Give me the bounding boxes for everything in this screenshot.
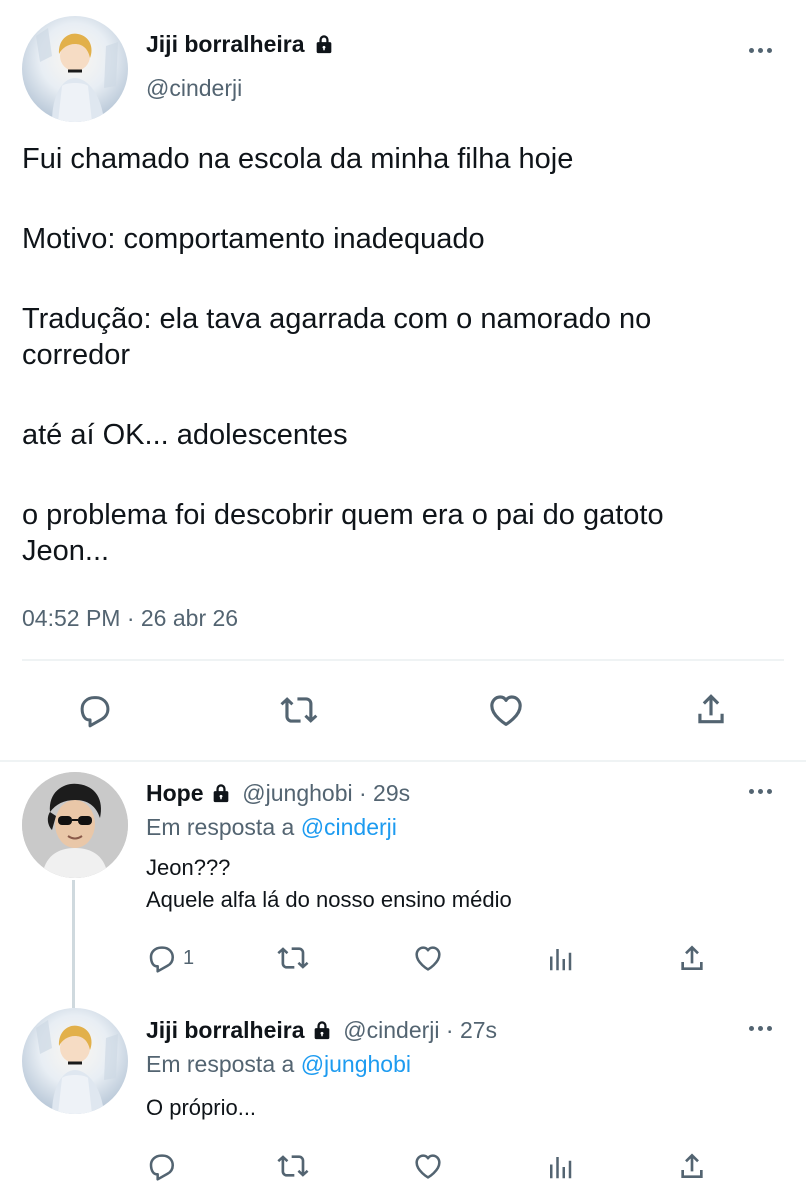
retweet-button[interactable] [279, 691, 319, 729]
lock-icon [210, 782, 232, 804]
reply-line: O próprio... [146, 1095, 257, 1120]
divider [22, 659, 784, 661]
reply-icon [145, 942, 177, 974]
reply-header: Hope @junghobi · 29s [146, 779, 410, 807]
tweet-line: até aí OK... adolescentes [22, 419, 348, 451]
retweet-icon [279, 691, 319, 729]
reply-handle[interactable]: @cinderji [343, 1017, 439, 1043]
reply-text: Jeon??? Aquele alfa lá do nosso ensino m… [146, 852, 512, 916]
avatar-cinderji[interactable] [22, 1008, 128, 1114]
share-button[interactable] [676, 942, 708, 974]
author-name-text: Jiji borralheira [146, 31, 305, 57]
reply-count: 1 [183, 946, 195, 969]
like-icon [412, 1150, 444, 1182]
retweet-icon [276, 1150, 310, 1182]
like-icon [412, 942, 444, 974]
avatar-junghobi[interactable] [22, 772, 128, 878]
retweet-icon [276, 942, 310, 974]
reply-text: O próprio... [146, 1092, 256, 1124]
reply-button[interactable] [145, 1150, 177, 1182]
views-icon [545, 1152, 575, 1182]
lock-icon [311, 1019, 333, 1041]
tweet-line: Tradução: ela tava agarrada com o namora… [22, 303, 652, 335]
like-button[interactable] [412, 942, 444, 974]
lock-icon [313, 33, 335, 55]
more-icon[interactable] [749, 48, 772, 53]
thread-line [72, 880, 75, 1008]
replying-to: Em resposta a @cinderji [146, 813, 397, 841]
reply-button[interactable]: 1 [145, 942, 194, 974]
tweet-line: o problema foi descobrir quem era o pai … [22, 499, 664, 531]
tweet-line: Motivo: comportamento inadequado [22, 223, 485, 255]
like-button[interactable] [486, 690, 526, 730]
views-button[interactable] [545, 944, 575, 974]
replying-to-prefix: Em resposta a [146, 1051, 295, 1077]
reply-author-name[interactable]: Jiji borralheira [146, 1017, 305, 1043]
reply-author-name[interactable]: Hope [146, 780, 204, 806]
reply-line: Aquele alfa lá do nosso ensino médio [146, 887, 512, 912]
tweet-timestamp[interactable]: 04:52 PM · 26 abr 26 [22, 604, 238, 632]
reply-icon [145, 1150, 177, 1182]
tweet-line: Jeon... [22, 535, 110, 567]
tweet-line: corredor [22, 339, 130, 371]
reply-handle[interactable]: @junghobi [242, 780, 352, 806]
avatar-cinderji[interactable] [22, 16, 128, 122]
reply-button[interactable] [75, 691, 113, 729]
more-icon[interactable] [749, 1026, 772, 1031]
views-button[interactable] [545, 1152, 575, 1182]
reply-time[interactable]: · 29s [359, 780, 410, 806]
replying-to-link[interactable]: @cinderji [301, 814, 397, 840]
reply-icon [75, 691, 113, 729]
views-icon [545, 944, 575, 974]
replying-to: Em resposta a @junghobi [146, 1050, 411, 1078]
more-icon[interactable] [749, 789, 772, 794]
like-icon [486, 690, 526, 730]
reply-line: Jeon??? [146, 855, 231, 880]
tweet-line: Fui chamado na escola da minha filha hoj… [22, 143, 574, 175]
replying-to-prefix: Em resposta a [146, 814, 295, 840]
author-handle[interactable]: @cinderji [146, 74, 242, 102]
replying-to-link[interactable]: @junghobi [301, 1051, 411, 1077]
share-icon [676, 1150, 708, 1182]
share-icon [692, 690, 730, 728]
section-divider [0, 760, 806, 762]
reply-time[interactable]: · 27s [446, 1017, 497, 1043]
reply-header: Jiji borralheira @cinderji · 27s [146, 1016, 497, 1044]
share-button[interactable] [676, 1150, 708, 1182]
author-name[interactable]: Jiji borralheira [146, 30, 335, 58]
share-button[interactable] [692, 690, 730, 728]
like-button[interactable] [412, 1150, 444, 1182]
retweet-button[interactable] [276, 1150, 310, 1182]
share-icon [676, 942, 708, 974]
retweet-button[interactable] [276, 942, 310, 974]
